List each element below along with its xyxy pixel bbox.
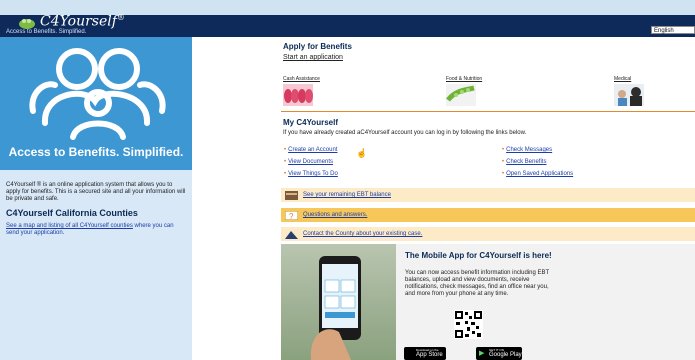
check-benefits-link[interactable]: • Check Benefits <box>502 159 546 165</box>
qr-code-icon <box>454 310 483 339</box>
logo-icon <box>19 19 35 29</box>
view-things-link[interactable]: • View Things To Do <box>284 171 338 177</box>
language-select[interactable]: English <box>651 26 695 34</box>
medical-image[interactable] <box>614 84 644 106</box>
header-tagline: Access to Benefits. Simplified. <box>6 29 87 35</box>
my-heading: My C4Yourself <box>283 118 338 127</box>
county-icon <box>285 231 298 239</box>
qa-link[interactable]: Questions and answers. <box>303 212 367 218</box>
view-documents-link[interactable]: • View Documents <box>284 159 333 165</box>
my-intro: If you have already created aC4Yourself … <box>283 130 527 136</box>
sidebar: Access to Benefits. Simplified. C4Yourse… <box>0 37 192 360</box>
counties-text: See a map and listing of all C4Yourself … <box>6 223 186 237</box>
saved-applications-label: Open Saved Applications <box>506 171 574 177</box>
phone-image <box>310 256 361 360</box>
brand-registered: ® <box>116 13 125 22</box>
section-divider <box>281 111 695 112</box>
ebt-card-icon <box>285 191 298 200</box>
start-application-link[interactable]: Start an application <box>283 54 343 61</box>
mobile-app-title: The Mobile App for C4Yourself is here! <box>405 251 552 260</box>
create-account-link[interactable]: • Create an Account <box>284 147 337 153</box>
mobile-app-section: The Mobile App for C4Yourself is here! Y… <box>281 244 695 360</box>
google-play-button[interactable]: ▶ GET IT ON Google Play <box>476 347 522 360</box>
qa-bar[interactable]: ? Questions and answers. <box>281 208 695 222</box>
hero-banner: Access to Benefits. Simplified. <box>0 37 192 170</box>
medical-link[interactable]: Medical <box>614 76 631 82</box>
check-benefits-label: Check Benefits <box>506 159 547 165</box>
apply-heading: Apply for Benefits <box>283 42 352 51</box>
counties-link[interactable]: See a map and listing of all C4Yourself … <box>6 223 133 229</box>
sidebar-description: C4Yourself ® is an online application sy… <box>6 182 186 202</box>
food-nutrition-image[interactable] <box>446 84 476 106</box>
check-messages-label: Check Messages <box>506 147 553 153</box>
google-play-icon: ▶ <box>479 350 485 357</box>
app-store-button[interactable]: Download on the App Store <box>404 347 446 360</box>
mobile-app-description: You can now access benefit information i… <box>405 270 550 297</box>
ebt-balance-link[interactable]: See your remaining EBT balance <box>303 192 391 198</box>
phone-photo <box>281 244 396 360</box>
hero-text: Access to Benefits. Simplified. <box>8 145 184 159</box>
brand-text: C4Yourself <box>40 13 117 30</box>
county-link[interactable]: Contact the County about your existing c… <box>303 231 422 237</box>
ebt-balance-bar[interactable]: See your remaining EBT balance <box>281 188 695 202</box>
hand-cursor-icon: ☝ <box>356 148 368 158</box>
saved-applications-link[interactable]: • Open Saved Applications <box>502 171 573 177</box>
counties-heading: C4Yourself California Counties <box>6 208 138 218</box>
app-store-big: App Store <box>416 352 443 358</box>
view-things-label: View Things To Do <box>288 171 338 177</box>
question-icon: ? <box>285 211 298 220</box>
food-nutrition-link[interactable]: Food & Nutrition <box>446 76 482 82</box>
check-messages-link[interactable]: • Check Messages <box>502 147 552 153</box>
cash-assistance-link[interactable]: Cash Assistance <box>283 76 320 82</box>
brand-name[interactable]: C4Yourself® <box>40 13 125 30</box>
county-bar[interactable]: Contact the County about your existing c… <box>281 227 695 241</box>
view-documents-label: View Documents <box>288 159 334 165</box>
google-play-big: Google Play <box>489 352 522 358</box>
svg-text:?: ? <box>289 212 294 220</box>
create-account-label: Create an Account <box>288 147 338 153</box>
family-logo-icon <box>29 48 166 140</box>
cash-assistance-image[interactable] <box>283 84 313 106</box>
